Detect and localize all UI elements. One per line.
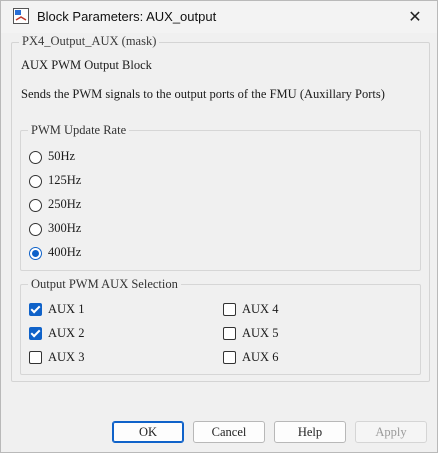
checkbox-checked[interactable] [29, 327, 42, 340]
checkbox[interactable] [223, 303, 236, 316]
checkbox-label: AUX 2 [48, 326, 85, 340]
ok-button[interactable]: OK [112, 421, 184, 443]
mask-legend: PX4_Output_AUX (mask) [19, 34, 160, 49]
checkbox-checked[interactable] [29, 303, 42, 316]
radio-label: 125Hz [48, 173, 82, 187]
checkbox-label: AUX 1 [48, 302, 85, 316]
radio-button-selected[interactable] [29, 247, 42, 260]
radio-button[interactable] [29, 223, 42, 236]
apply-button[interactable]: Apply [355, 421, 427, 443]
radio-label: 300Hz [48, 221, 82, 235]
radio-label: 400Hz [48, 245, 82, 259]
checkbox-label: AUX 4 [242, 302, 279, 316]
pwm-rate-legend: PWM Update Rate [28, 123, 130, 138]
checkbox-label: AUX 5 [242, 326, 279, 340]
dialog-window: Block Parameters: AUX_output ✕ PX4_Outpu… [0, 0, 438, 453]
checkbox-label: AUX 3 [48, 350, 85, 364]
block-description: Sends the PWM signals to the output port… [21, 87, 385, 101]
checkbox[interactable] [223, 327, 236, 340]
checkbox-label: AUX 6 [242, 350, 279, 364]
block-name-text: AUX PWM Output Block [21, 58, 152, 72]
close-icon[interactable]: ✕ [404, 7, 426, 29]
radio-button[interactable] [29, 151, 42, 164]
title-bar[interactable]: Block Parameters: AUX_output ✕ [1, 1, 437, 33]
checkbox[interactable] [29, 351, 42, 364]
window-title: Block Parameters: AUX_output [37, 9, 217, 24]
aux-selection-legend: Output PWM AUX Selection [28, 277, 181, 292]
help-button[interactable]: Help [274, 421, 346, 443]
checkbox[interactable] [223, 351, 236, 364]
cancel-button[interactable]: Cancel [193, 421, 265, 443]
radio-button[interactable] [29, 175, 42, 188]
radio-label: 250Hz [48, 197, 82, 211]
radio-button[interactable] [29, 199, 42, 212]
simulink-block-icon [13, 8, 29, 24]
radio-label: 50Hz [48, 149, 76, 163]
